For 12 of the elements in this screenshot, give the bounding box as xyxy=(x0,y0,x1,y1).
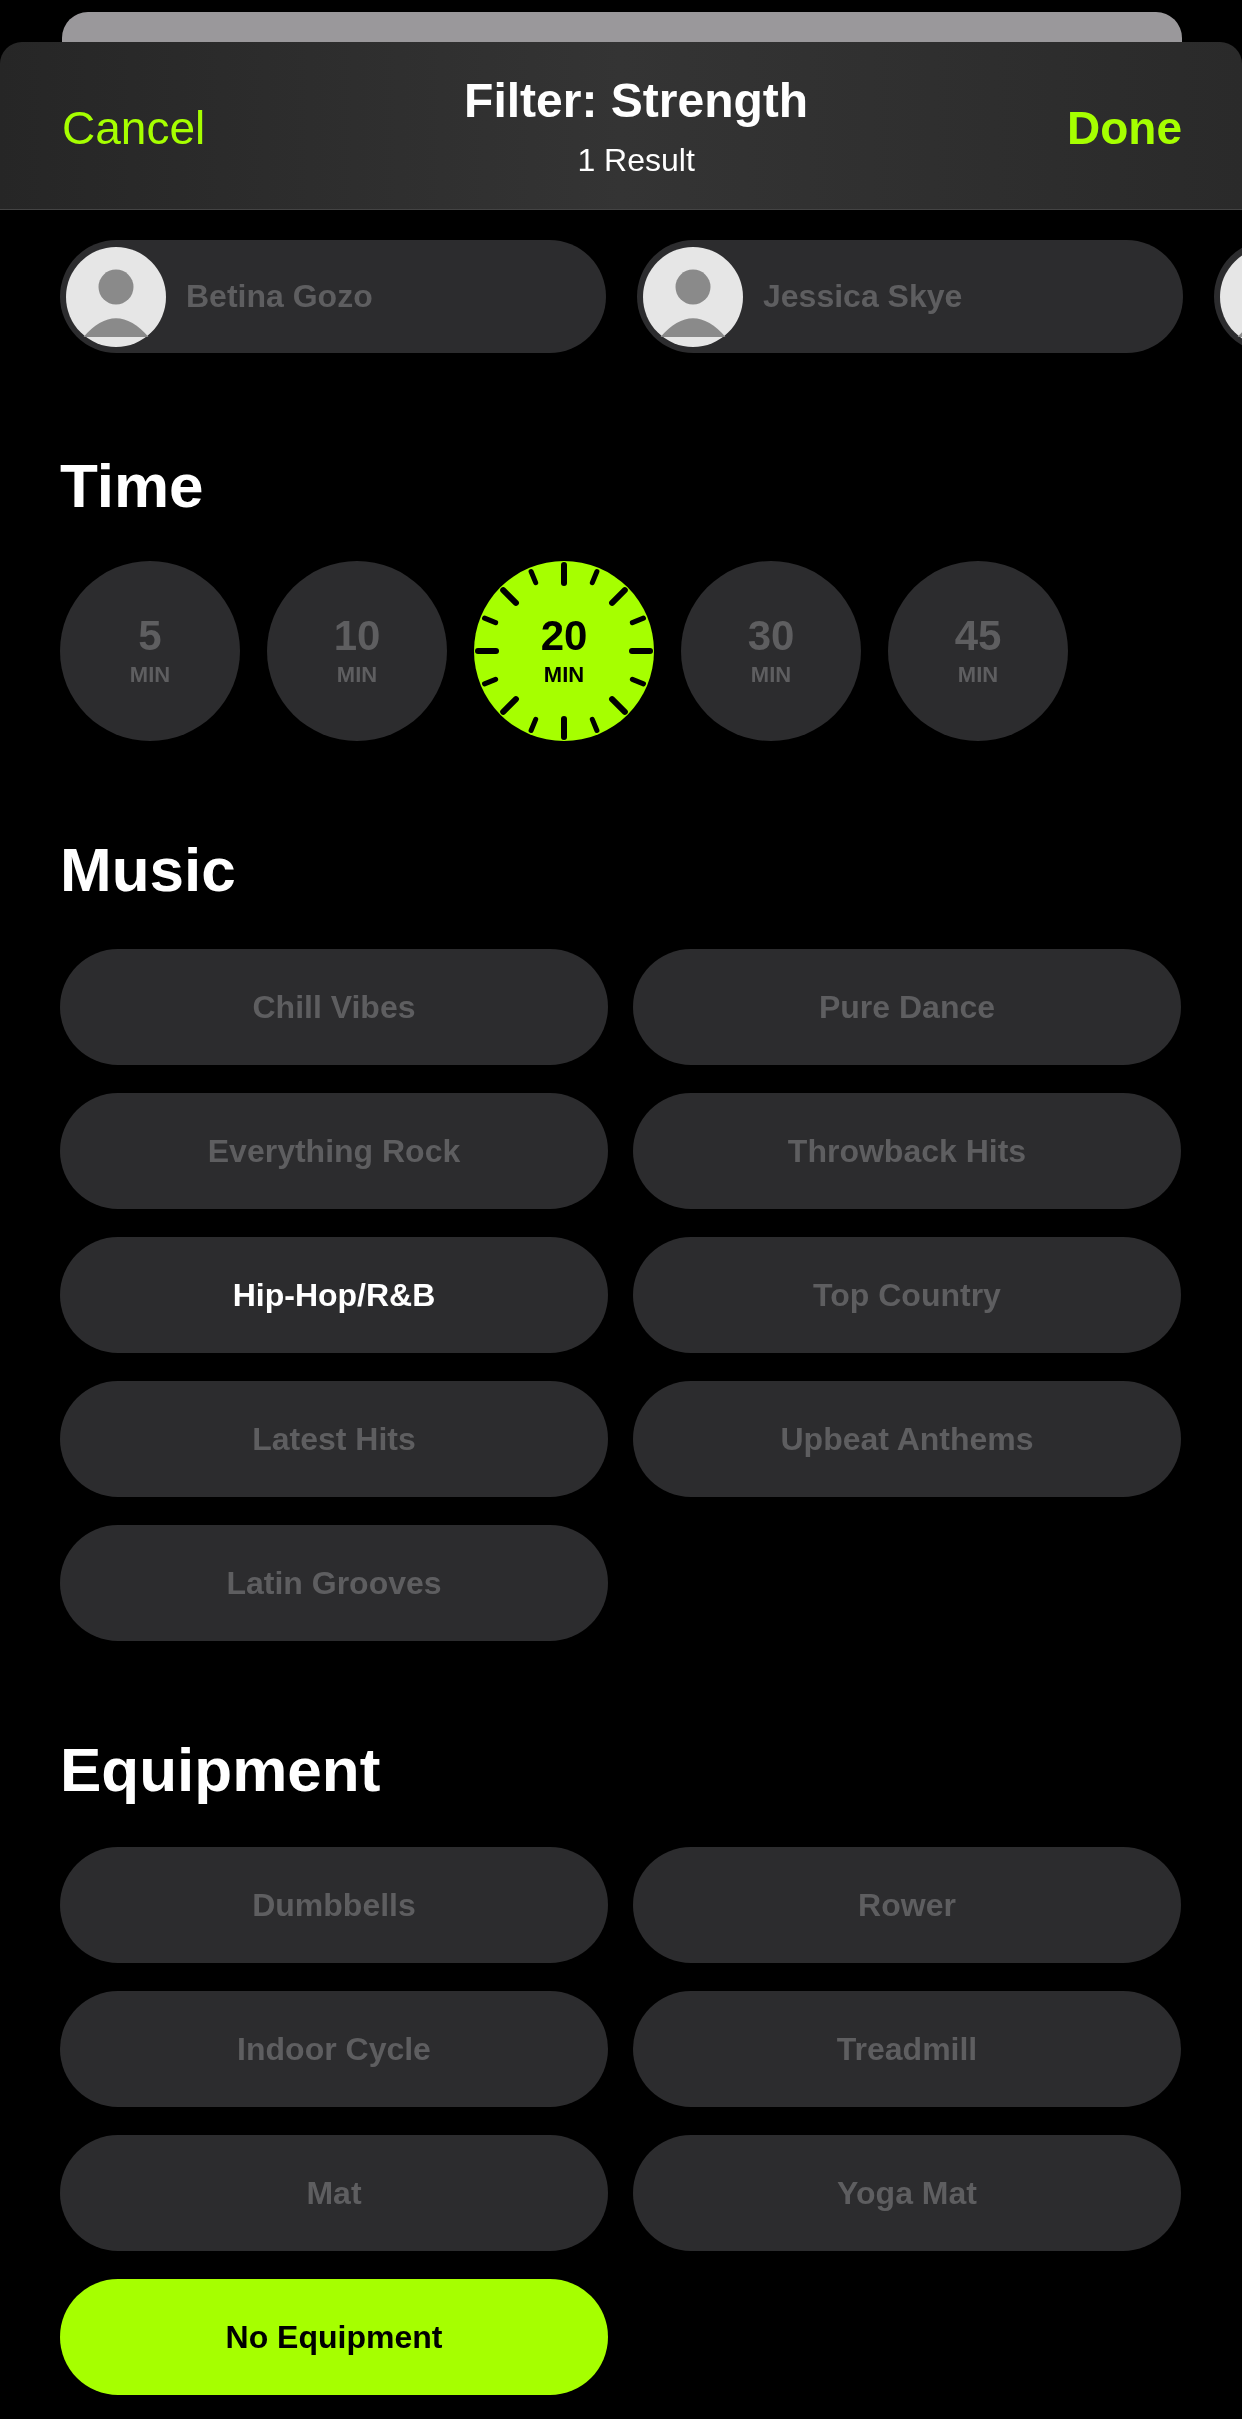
cancel-button[interactable]: Cancel xyxy=(62,100,206,155)
done-button[interactable]: Done xyxy=(1067,100,1182,155)
equipment-option[interactable]: No Equipment xyxy=(60,2279,608,2395)
avatar-icon xyxy=(66,246,166,347)
section-heading: Time xyxy=(60,450,205,522)
section-heading: Equipment xyxy=(60,1734,382,1806)
music-option[interactable]: Hip-Hop/R&B xyxy=(60,1237,608,1353)
avatar-icon xyxy=(643,246,743,347)
section-heading: Music xyxy=(60,834,237,906)
result-count: 1 Result xyxy=(577,141,695,179)
time-option[interactable]: 20 MIN xyxy=(474,561,654,741)
sheet-title: Filter: Strength xyxy=(464,72,809,128)
